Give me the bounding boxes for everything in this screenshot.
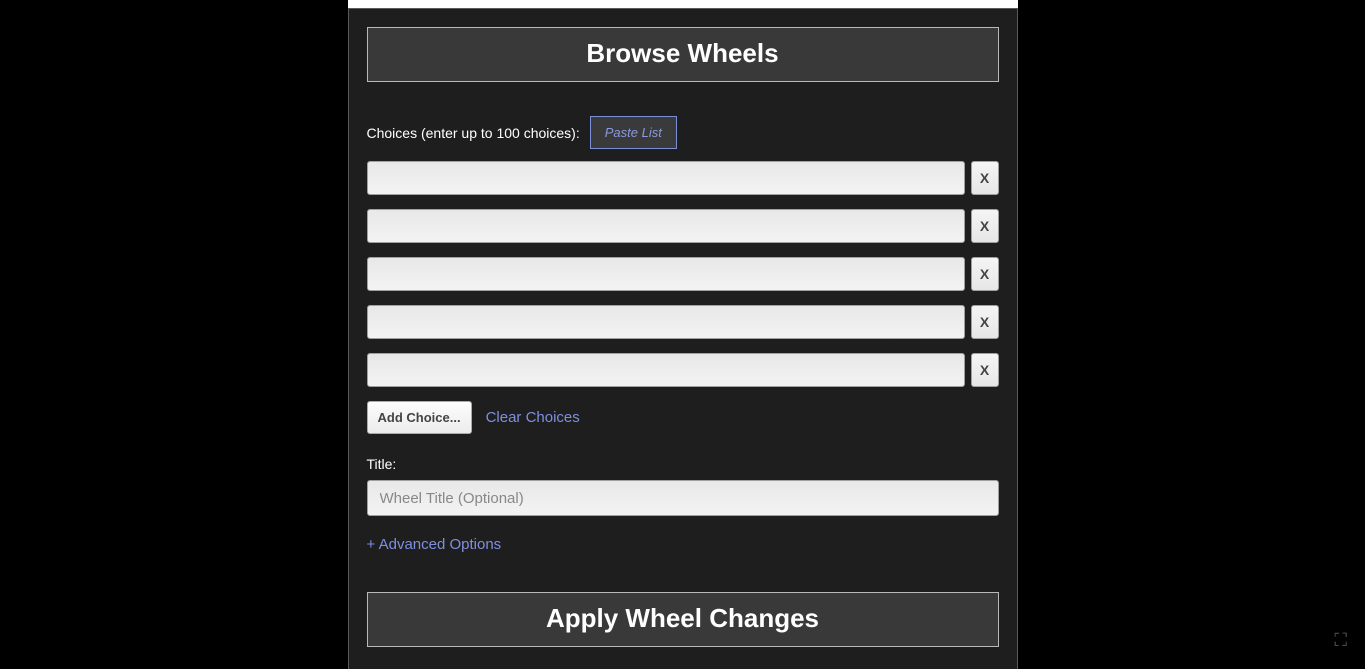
choice-input-2[interactable] bbox=[367, 209, 965, 243]
corner-decoration-icon: ⛶ bbox=[1334, 630, 1347, 651]
choices-label: Choices (enter up to 100 choices): bbox=[367, 125, 580, 141]
wheel-config-panel: Browse Wheels Choices (enter up to 100 c… bbox=[348, 8, 1018, 669]
title-label: Title: bbox=[367, 456, 999, 472]
choice-input-4[interactable] bbox=[367, 305, 965, 339]
browse-wheels-button[interactable]: Browse Wheels bbox=[367, 27, 999, 82]
wheel-title-input[interactable] bbox=[367, 480, 999, 516]
choice-input-5[interactable] bbox=[367, 353, 965, 387]
page-container: Browse Wheels Choices (enter up to 100 c… bbox=[348, 0, 1018, 669]
header-strip bbox=[348, 0, 1018, 8]
choice-rows: X X X X X bbox=[367, 161, 999, 387]
choice-actions: Add Choice... Clear Choices bbox=[367, 401, 999, 434]
choice-row: X bbox=[367, 257, 999, 291]
add-choice-button[interactable]: Add Choice... bbox=[367, 401, 472, 434]
choice-row: X bbox=[367, 353, 999, 387]
paste-list-button[interactable]: Paste List bbox=[590, 116, 677, 149]
choices-header: Choices (enter up to 100 choices): Paste… bbox=[367, 116, 999, 149]
choice-row: X bbox=[367, 209, 999, 243]
remove-choice-button[interactable]: X bbox=[971, 161, 999, 195]
choice-row: X bbox=[367, 305, 999, 339]
clear-choices-link[interactable]: Clear Choices bbox=[486, 409, 580, 426]
choice-row: X bbox=[367, 161, 999, 195]
remove-choice-button[interactable]: X bbox=[971, 353, 999, 387]
advanced-options-toggle[interactable]: + Advanced Options bbox=[367, 536, 502, 553]
remove-choice-button[interactable]: X bbox=[971, 305, 999, 339]
choice-input-1[interactable] bbox=[367, 161, 965, 195]
apply-wheel-changes-button[interactable]: Apply Wheel Changes bbox=[367, 592, 999, 647]
remove-choice-button[interactable]: X bbox=[971, 257, 999, 291]
remove-choice-button[interactable]: X bbox=[971, 209, 999, 243]
choice-input-3[interactable] bbox=[367, 257, 965, 291]
